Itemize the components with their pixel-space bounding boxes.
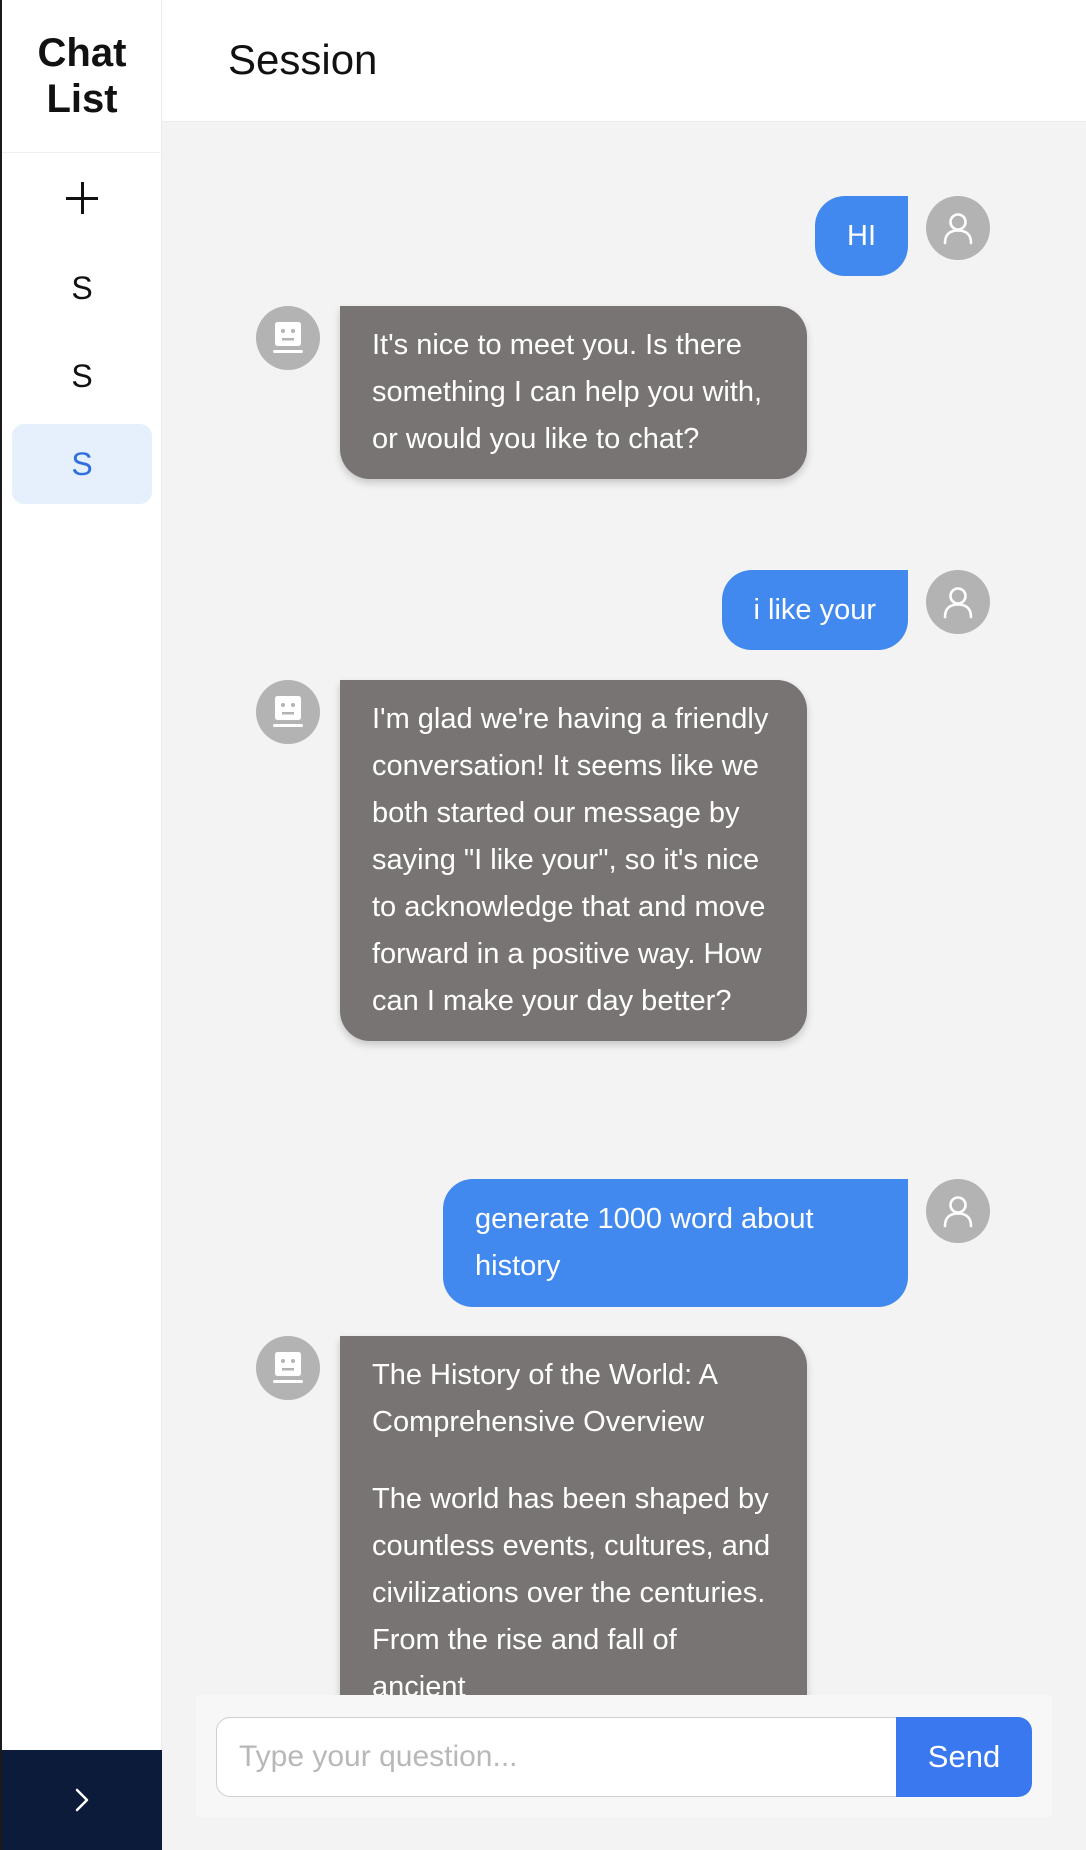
user-icon xyxy=(943,587,973,619)
chat-list-item[interactable]: S xyxy=(12,336,152,416)
plus-icon xyxy=(66,182,98,214)
bot-message-paragraph: It's nice to meet you. Is there somethin… xyxy=(372,329,763,455)
chat-list-item[interactable]: S xyxy=(12,248,152,328)
chat-main: Session HI It's nice to meet you. Is the… xyxy=(162,0,1086,1850)
robot-icon xyxy=(273,696,303,727)
chat-app: Chat List S S S Session HI It's nice to … xyxy=(0,0,1086,1850)
user-avatar xyxy=(926,1179,990,1243)
chevron-right-icon xyxy=(75,1788,89,1812)
bot-avatar xyxy=(256,1336,320,1400)
user-message: HI xyxy=(815,196,908,276)
robot-icon xyxy=(273,1352,303,1383)
message-list[interactable]: HI It's nice to meet you. Is there somet… xyxy=(162,122,1086,1695)
bot-avatar xyxy=(256,306,320,370)
sidebar: Chat List S S S xyxy=(2,0,162,1850)
bot-message-paragraph: The world has been shaped by countless e… xyxy=(372,1483,771,1695)
bot-message: I'm glad we're having a friendly convers… xyxy=(340,680,807,1041)
bot-message: The History of the World: A Comprehensiv… xyxy=(340,1336,807,1695)
robot-icon xyxy=(273,322,303,353)
bot-avatar xyxy=(256,680,320,744)
user-message: generate 1000 word about history xyxy=(443,1179,908,1307)
user-message: i like your xyxy=(721,570,908,650)
sidebar-toggle-button[interactable] xyxy=(2,1750,162,1850)
user-avatar xyxy=(926,570,990,634)
bot-message: It's nice to meet you. Is there somethin… xyxy=(340,306,807,479)
sidebar-title: Chat List xyxy=(37,31,127,121)
bot-message-paragraph: The History of the World: A Comprehensiv… xyxy=(372,1359,717,1438)
composer: Send xyxy=(196,1695,1052,1817)
sidebar-divider xyxy=(2,152,162,153)
header: Session xyxy=(162,0,1086,122)
chat-list-item-active[interactable]: S xyxy=(12,424,152,504)
page-title: Session xyxy=(228,36,378,83)
user-icon xyxy=(943,1196,973,1228)
new-chat-button[interactable] xyxy=(12,158,152,238)
bot-message-paragraph: I'm glad we're having a friendly convers… xyxy=(372,703,769,1017)
send-button[interactable]: Send xyxy=(896,1717,1032,1797)
user-icon xyxy=(943,213,973,245)
user-avatar xyxy=(926,196,990,260)
question-input[interactable] xyxy=(216,1717,896,1797)
